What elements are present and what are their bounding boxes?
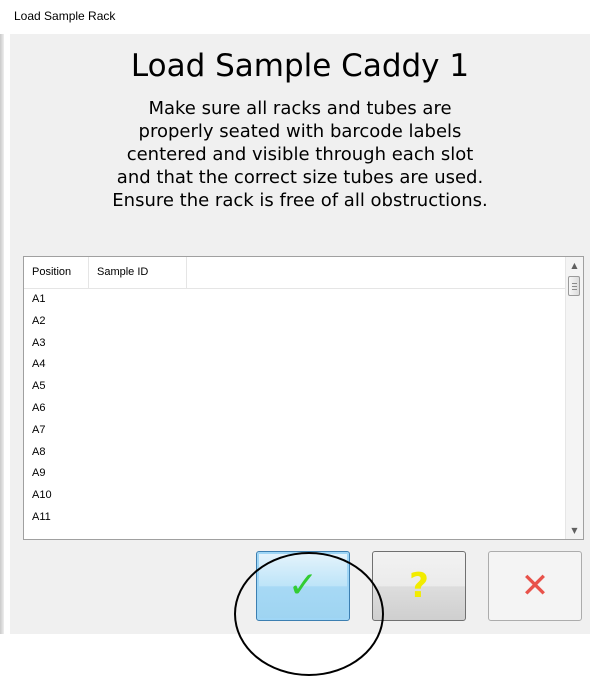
position-cell: A3 bbox=[32, 336, 46, 349]
window-left-edge bbox=[0, 34, 4, 634]
position-cell: A1 bbox=[32, 293, 46, 305]
instructions-line: Ensure the rack is free of all obstructi… bbox=[112, 190, 488, 211]
table-row[interactable]: A8 bbox=[24, 442, 568, 464]
vertical-scrollbar[interactable]: ▲ ▼ bbox=[565, 257, 583, 539]
checkmark-icon: ✓ bbox=[287, 565, 319, 606]
table-row[interactable]: A7 bbox=[24, 420, 568, 442]
instructions-line: centered and visible through each slot bbox=[126, 144, 474, 165]
instructions-line: and that the correct size tubes are used… bbox=[116, 167, 484, 188]
table-row[interactable]: A4 bbox=[24, 354, 568, 376]
grip-line bbox=[572, 289, 577, 290]
table-rows: A1 A2 A3 A4 A5 A6 A7 A8 A9 A10 A11 bbox=[24, 289, 568, 529]
position-cell: A8 bbox=[32, 445, 46, 458]
table-row[interactable]: A2 bbox=[24, 311, 568, 333]
question-mark-icon: ? bbox=[409, 566, 429, 606]
table-row[interactable]: A9 bbox=[24, 463, 568, 485]
position-cell: A11 bbox=[32, 510, 51, 523]
load-sample-dialog: Load Sample Caddy 1 Make sure all racks … bbox=[10, 34, 590, 676]
position-cell: A6 bbox=[32, 401, 46, 414]
instructions-line: Make sure all racks and tubes are bbox=[148, 98, 452, 119]
close-x-icon: ✕ bbox=[520, 566, 550, 606]
column-header-sample-id[interactable]: Sample ID bbox=[89, 257, 187, 288]
table-row[interactable]: A6 bbox=[24, 398, 568, 420]
position-cell: A10 bbox=[32, 489, 52, 502]
scroll-up-arrow-icon[interactable]: ▲ bbox=[566, 257, 583, 274]
sample-list-table[interactable]: Position Sample ID A1 A2 A3 A4 A5 A6 A7 A8 A9 A10… bbox=[23, 256, 584, 540]
column-header-position[interactable]: Position bbox=[24, 257, 89, 288]
instructions-line: properly seated with barcode labels bbox=[138, 121, 462, 142]
window-title: Load Sample Rack bbox=[14, 9, 116, 23]
table-row[interactable]: A10 bbox=[24, 485, 568, 507]
grip-line bbox=[572, 283, 577, 284]
window-titlebar: Load Sample Rack bbox=[0, 0, 595, 34]
grip-line bbox=[572, 286, 577, 287]
dialog-heading: Load Sample Caddy 1 bbox=[130, 48, 470, 84]
cancel-button[interactable]: ✕ bbox=[488, 551, 582, 621]
ok-button[interactable]: ✓ bbox=[256, 551, 350, 621]
position-cell: A9 bbox=[32, 467, 46, 480]
position-cell: A7 bbox=[32, 423, 46, 436]
position-cell: A5 bbox=[32, 380, 46, 393]
position-cell: A2 bbox=[32, 314, 46, 327]
scrollbar-thumb[interactable] bbox=[568, 276, 580, 296]
table-row[interactable]: A5 bbox=[24, 376, 568, 398]
position-cell: A4 bbox=[32, 358, 46, 371]
table-row[interactable]: A11 bbox=[24, 507, 568, 529]
help-button[interactable]: ? bbox=[372, 551, 466, 621]
table-row[interactable]: A3 bbox=[24, 333, 568, 355]
table-row[interactable]: A1 bbox=[24, 289, 568, 311]
table-header: Position Sample ID bbox=[24, 257, 568, 289]
instructions-text: Make sure all racks and tubes are proper… bbox=[30, 97, 570, 212]
scroll-down-arrow-icon[interactable]: ▼ bbox=[566, 522, 583, 539]
